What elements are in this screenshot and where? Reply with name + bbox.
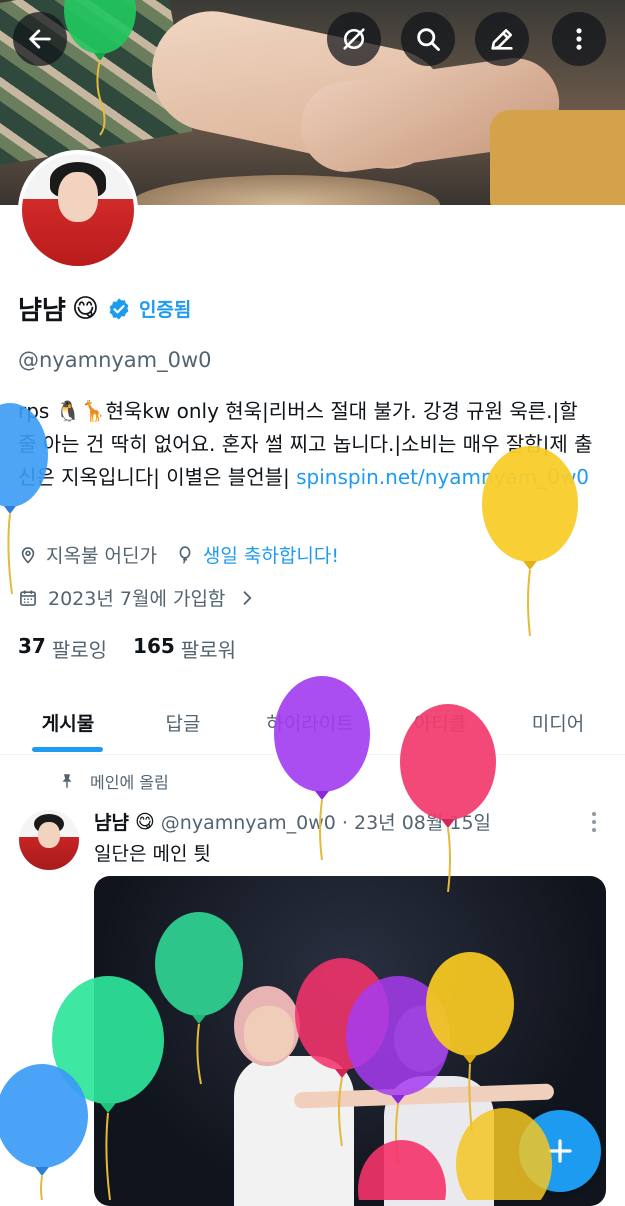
translate-off-button[interactable] [327, 12, 381, 66]
avatar-image-part [58, 172, 98, 222]
pinned-indicator: 메인에 올림 [58, 769, 169, 793]
joined-row[interactable]: 2023년 7월에 가입함 [18, 584, 267, 611]
birthday-item[interactable]: 생일 축하합니다! [175, 541, 339, 568]
birthday-balloon [358, 1140, 446, 1200]
tweet-author-emoji: 😋 [134, 810, 155, 833]
following-link[interactable]: 37 팔로잉 [18, 634, 107, 663]
location-text: 지옥불 어딘가 [46, 545, 157, 567]
avatar-image-part [38, 822, 60, 848]
tweet-author-avatar[interactable] [19, 810, 79, 870]
profile-handle: @nyamnyam_0w0 [18, 348, 212, 372]
search-button[interactable] [401, 12, 455, 66]
banner-image-part [490, 110, 625, 205]
joined-text: 2023년 7월에 가입함 [48, 588, 226, 610]
back-button[interactable] [13, 12, 67, 66]
birthday-balloon [400, 704, 496, 892]
followers-label: 팔로워 [180, 638, 236, 662]
birthday-balloon [274, 676, 370, 861]
birthday-balloon [0, 403, 48, 595]
more-options-button[interactable] [552, 12, 606, 66]
profile-avatar[interactable] [18, 150, 138, 270]
more-vertical-icon [576, 28, 582, 50]
balloon-icon [179, 545, 191, 564]
followers-count: 165 [133, 634, 175, 658]
tab-posts[interactable]: 게시물 [18, 690, 118, 754]
tweet-text: 일단은 메인 틧 [94, 843, 211, 865]
edit-icon [491, 28, 513, 50]
verified-badge-icon[interactable] [107, 297, 131, 321]
name-emoji: 😋 [71, 293, 99, 324]
profile-meta: 지옥불 어딘가 생일 축하합니다! [18, 541, 357, 568]
edit-button[interactable] [475, 12, 529, 66]
chevron-right-icon [243, 590, 252, 605]
pinned-label: 메인에 올림 [90, 773, 169, 792]
pin-icon [62, 774, 72, 788]
arrow-left-icon [29, 29, 51, 49]
profile-name-row: 냠냠 😋 인증됨 [18, 290, 191, 327]
birthday-balloon [0, 1064, 88, 1200]
banner-image-part [130, 175, 440, 205]
followers-link[interactable]: 165 팔로워 [133, 634, 236, 663]
following-count: 37 [18, 634, 46, 658]
following-label: 팔로잉 [51, 638, 108, 662]
profile-name: 냠냠 [18, 296, 66, 326]
birthday-text[interactable]: 생일 축하합니다! [203, 541, 339, 568]
verified-label[interactable]: 인증됨 [139, 295, 191, 322]
active-tab-indicator [32, 747, 103, 752]
birthday-balloon [64, 0, 136, 136]
search-icon [417, 28, 440, 51]
tab-media[interactable]: 미디어 [510, 690, 606, 754]
tab-replies[interactable]: 답글 [140, 690, 226, 754]
follow-stats: 37 팔로잉 165 팔로워 [18, 634, 262, 663]
translate-off-icon [343, 28, 365, 50]
birthday-balloon [482, 446, 578, 636]
birthday-balloon [456, 1108, 552, 1200]
media-image-part [244, 1006, 294, 1062]
tweet-more-icon[interactable] [584, 808, 604, 836]
tweet-author-name[interactable]: 냠냠 [94, 808, 129, 835]
